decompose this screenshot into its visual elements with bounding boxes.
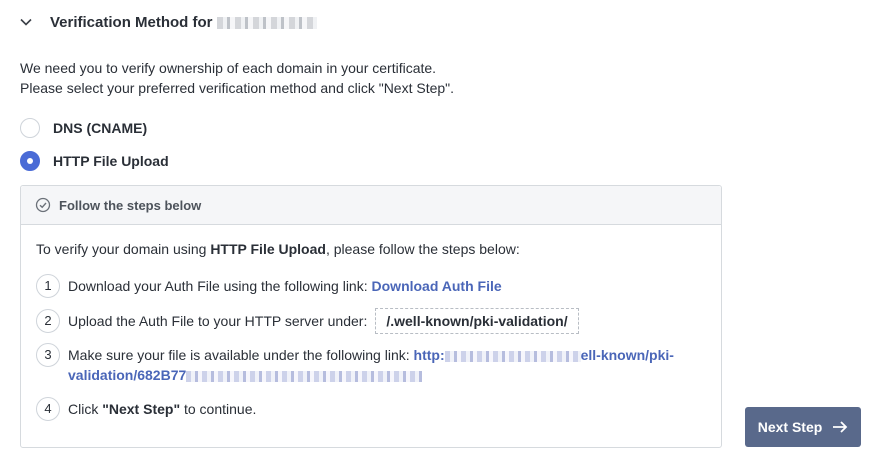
next-step-button[interactable]: Next Step [745,407,861,447]
redacted-url-part [444,350,581,362]
step-number: 3 [36,343,60,367]
radio-dns[interactable] [20,118,40,138]
steps-panel: Follow the steps below To verify your do… [20,185,722,448]
chevron-down-icon[interactable] [18,14,34,30]
steps-panel-title: Follow the steps below [59,197,202,213]
step-number: 1 [36,274,60,298]
step-4: 4 Click "Next Step" to continue. [36,397,257,421]
step-3-text: Make sure your file is available under t… [68,347,414,363]
step-2-text: Upload the Auth File to your HTTP server… [68,313,368,329]
intro-line-1: We need you to verify ownership of each … [20,60,437,76]
step-1: 1 Download your Auth File using the foll… [36,274,502,298]
step-4-text-1: Click [68,401,103,417]
step-2: 2 Upload the Auth File to your HTTP serv… [36,308,579,334]
step-4-bold: "Next Step" [102,401,181,417]
steps-lead: To verify your domain using HTTP File Up… [36,241,520,257]
intro-text: We need you to verify ownership of each … [20,58,454,98]
step-4-text-2: to continue. [180,401,257,417]
section-header[interactable]: Verification Method for [18,10,317,34]
radio-http[interactable] [20,151,40,171]
intro-line-2: Please select your preferred verificatio… [20,80,455,96]
method-option-dns[interactable]: DNS (CNAME) [20,117,147,139]
step-number: 2 [36,309,60,333]
redacted-url-part [186,370,423,382]
check-circle-icon [35,197,51,213]
section-title: Verification Method for [50,14,317,31]
arrow-right-icon [833,421,848,433]
validation-path[interactable]: /.well-known/pki-validation/ [375,308,579,334]
redacted-domain [216,16,317,29]
next-step-label: Next Step [757,419,823,435]
download-auth-file-link[interactable]: Download Auth File [372,278,502,294]
lead-bold: HTTP File Upload [210,241,326,257]
steps-panel-header: Follow the steps below [21,186,721,225]
lead-text-2: , please follow the steps below: [325,241,520,257]
lead-text-1: To verify your domain using [36,241,211,257]
method-option-http[interactable]: HTTP File Upload [20,150,169,172]
radio-label-dns: DNS (CNAME) [53,120,148,136]
radio-label-http: HTTP File Upload [53,153,169,169]
step-1-text: Download your Auth File using the follow… [68,278,372,294]
step-3: 3 Make sure your file is available under… [36,343,698,385]
step-number: 4 [36,397,60,421]
